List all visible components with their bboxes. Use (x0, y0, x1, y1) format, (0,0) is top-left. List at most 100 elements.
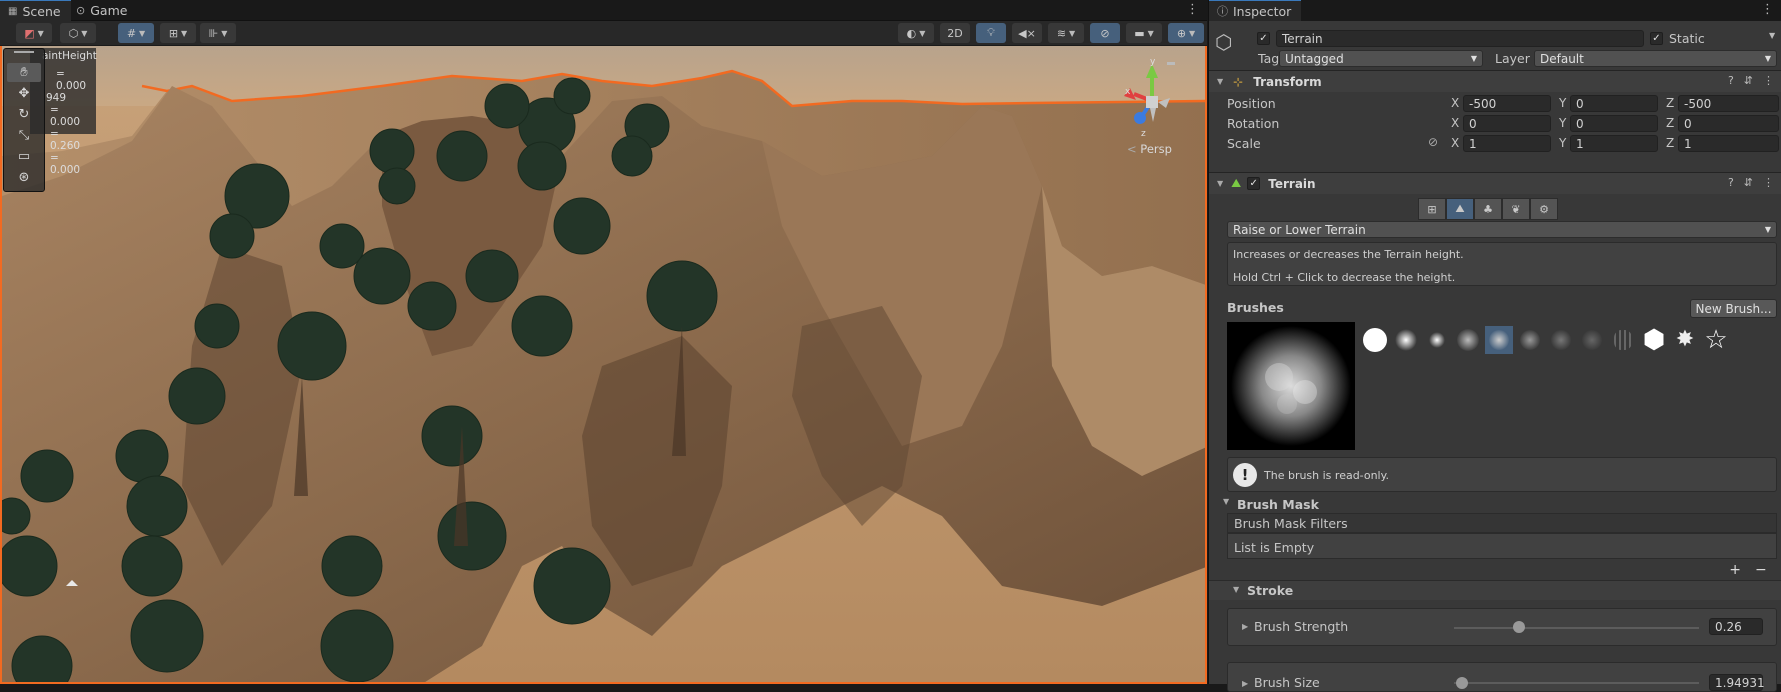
brush-cloud[interactable] (1454, 326, 1482, 354)
sphere-icon: ◐ (906, 26, 917, 40)
brush-hard-circle[interactable] (1361, 326, 1389, 354)
paint-terrain-tool[interactable]: ⛰︎ (1446, 198, 1474, 220)
persp-label[interactable]: < Persp (1127, 142, 1172, 156)
preset-icon[interactable]: ⇵ (1744, 176, 1753, 189)
paint-trees-tool[interactable]: ♣ (1474, 198, 1502, 220)
transform-tool-icon[interactable]: ⊛ (7, 168, 41, 187)
brush-soft-circle[interactable] (1392, 326, 1420, 354)
brush-mask-title[interactable]: Brush Mask (1237, 497, 1319, 512)
scale-x-field[interactable]: 1 (1463, 135, 1551, 152)
foldout-arrow-icon[interactable]: ▼ (1217, 77, 1223, 86)
lighting-toggle[interactable]: 💡︎ (976, 23, 1006, 43)
scale-y-field[interactable]: 1 (1570, 135, 1658, 152)
add-filter-button[interactable]: + (1729, 562, 1741, 578)
link-icon[interactable]: ⊘ (1428, 135, 1438, 149)
terrain-settings-tool[interactable]: ⚙ (1530, 198, 1558, 220)
brush-streaks[interactable] (1609, 326, 1637, 354)
rotation-z-field[interactable]: 0 (1678, 115, 1779, 132)
brush-strength-foldout-icon[interactable]: ▶ (1242, 622, 1248, 631)
brush-smudge[interactable] (1578, 326, 1606, 354)
stroke-header[interactable]: ▼ Stroke (1209, 580, 1781, 600)
terrain-mode-dropdown[interactable]: Raise or Lower Terrain ▼ (1227, 221, 1777, 238)
brush-starburst[interactable]: ✸ (1671, 326, 1699, 354)
2d-toggle[interactable]: 2D (940, 23, 970, 43)
brush-mask-foldout-icon[interactable]: ▼ (1223, 497, 1229, 506)
brush-strength-field[interactable]: 0.26 (1709, 618, 1763, 635)
shading-dropdown[interactable]: ⬡ ▼ (60, 23, 96, 43)
brush-strength-slider-thumb[interactable] (1513, 621, 1525, 633)
effects-dropdown[interactable]: ≋ ▼ (1048, 23, 1084, 43)
scene-panel: ▦ Scene ⊙ Game ⋮ ◩ ▼ ⬡ ▼ # ▼ ⊞ ▼ ⊪ ▼ ◐ ▼ 2D 💡︎… (0, 0, 1207, 684)
foldout-arrow-icon[interactable]: ▼ (1217, 179, 1223, 188)
terrain-title: Terrain (1268, 176, 1316, 191)
hidden-objects-toggle[interactable]: ⊘ (1090, 23, 1120, 43)
rotation-x-field[interactable]: 0 (1463, 115, 1551, 132)
rotation-y-field[interactable]: 0 (1570, 115, 1658, 132)
create-neighbor-terrains-tool[interactable]: ⊞ (1418, 198, 1446, 220)
tab-game-label: Game (90, 3, 128, 18)
remove-filter-button[interactable]: − (1755, 562, 1767, 578)
move-tool-icon[interactable]: ✥ (7, 84, 41, 103)
kebab-menu-icon[interactable]: ⋮ (1763, 176, 1774, 189)
brush-size-slider-thumb[interactable] (1456, 677, 1468, 689)
kebab-menu-icon[interactable]: ⋮ (1763, 74, 1774, 87)
persp-text: Persp (1140, 142, 1172, 156)
stroke-foldout-icon[interactable]: ▼ (1233, 585, 1239, 594)
position-y-field[interactable]: 0 (1570, 95, 1658, 112)
tag-dropdown[interactable]: Untagged ▼ (1279, 50, 1483, 67)
terrain-mode-value: Raise or Lower Terrain (1233, 222, 1366, 237)
camera-dropdown[interactable]: ▬ ▼ (1126, 23, 1162, 43)
position-z-field[interactable]: -500 (1678, 95, 1779, 112)
brush-size-field[interactable]: 1.94931 (1709, 674, 1765, 691)
draw-mode-dropdown[interactable]: ◩ ▼ (16, 23, 52, 43)
paint-details-icon: ❦ (1511, 202, 1521, 216)
brush-splatter[interactable] (1516, 326, 1544, 354)
tab-game[interactable]: ⊙ Game (68, 0, 137, 21)
camera-icon: ▬ (1134, 26, 1145, 40)
brush-star[interactable]: ☆ (1702, 326, 1730, 354)
kebab-menu-icon[interactable]: ⋮ (1761, 2, 1774, 17)
object-name-field[interactable]: Terrain (1276, 30, 1644, 47)
render-mode-dropdown[interactable]: ◐ ▼ (898, 23, 934, 43)
brush-small-soft[interactable] (1423, 326, 1451, 354)
position-x-field[interactable]: -500 (1463, 95, 1551, 112)
transform-icon: ⊹ (1233, 74, 1244, 89)
tab-inspector[interactable]: ⓘ Inspector (1209, 0, 1302, 21)
brush-size-value: 1.94931 (1715, 675, 1765, 690)
static-dropdown-caret[interactable]: ▼ (1769, 31, 1775, 40)
rect-tool-icon[interactable]: ▭ (7, 147, 41, 166)
brush-strength-slider-track[interactable] (1454, 627, 1699, 629)
orientation-gizmo[interactable]: y x z (1112, 56, 1192, 146)
terrain-enabled-checkbox[interactable]: ✓ (1247, 177, 1261, 190)
grid-toggle[interactable]: ⊞ ▼ (160, 23, 196, 43)
hand-tool-icon[interactable]: ✋︎ (7, 63, 41, 82)
scene-viewport[interactable] (0, 46, 1207, 684)
terrain-header[interactable]: ▼ ⛰︎ ✓ Terrain ? ⇵ ⋮ (1209, 172, 1781, 194)
scale-z-field[interactable]: 1 (1678, 135, 1779, 152)
brush-grain[interactable] (1547, 326, 1575, 354)
brush-mask-filters-header: Brush Mask Filters (1227, 513, 1777, 533)
static-checkbox[interactable]: ✓ (1650, 32, 1663, 45)
gizmos-dropdown[interactable]: ⊕ ▼ (1168, 23, 1204, 43)
scene-tab-bar: ▦ Scene ⊙ Game ⋮ (0, 0, 1207, 21)
audio-toggle[interactable]: ◀× (1012, 23, 1042, 43)
increment-snap-dropdown[interactable]: ⊪ ▼ (200, 23, 236, 43)
rotate-tool-icon[interactable]: ↻ (7, 105, 41, 124)
help-icon[interactable]: ? (1728, 74, 1734, 87)
active-checkbox[interactable]: ✓ (1257, 32, 1270, 45)
paint-details-tool[interactable]: ❦ (1502, 198, 1530, 220)
preset-icon[interactable]: ⇵ (1744, 74, 1753, 87)
transform-header[interactable]: ▼ ⊹ Transform ? ⇵ ⋮ (1209, 70, 1781, 92)
tab-inspector-label: Inspector (1233, 3, 1292, 19)
tab-scene[interactable]: ▦ Scene (0, 0, 71, 21)
grid-snap-toggle[interactable]: # ▼ (118, 23, 154, 43)
help-icon[interactable]: ? (1728, 176, 1734, 189)
axis-x-label: X (1451, 136, 1460, 150)
scale-tool-icon[interactable]: ⤡ (7, 126, 41, 145)
kebab-menu-icon[interactable]: ⋮ (1186, 2, 1199, 17)
brush-hexagon[interactable]: ⬢ (1640, 326, 1668, 354)
brush-noise-selected[interactable] (1485, 326, 1513, 354)
drag-handle-icon[interactable] (14, 51, 34, 53)
new-brush-button[interactable]: New Brush... (1690, 299, 1777, 318)
layer-dropdown[interactable]: Default ▼ (1534, 50, 1777, 67)
